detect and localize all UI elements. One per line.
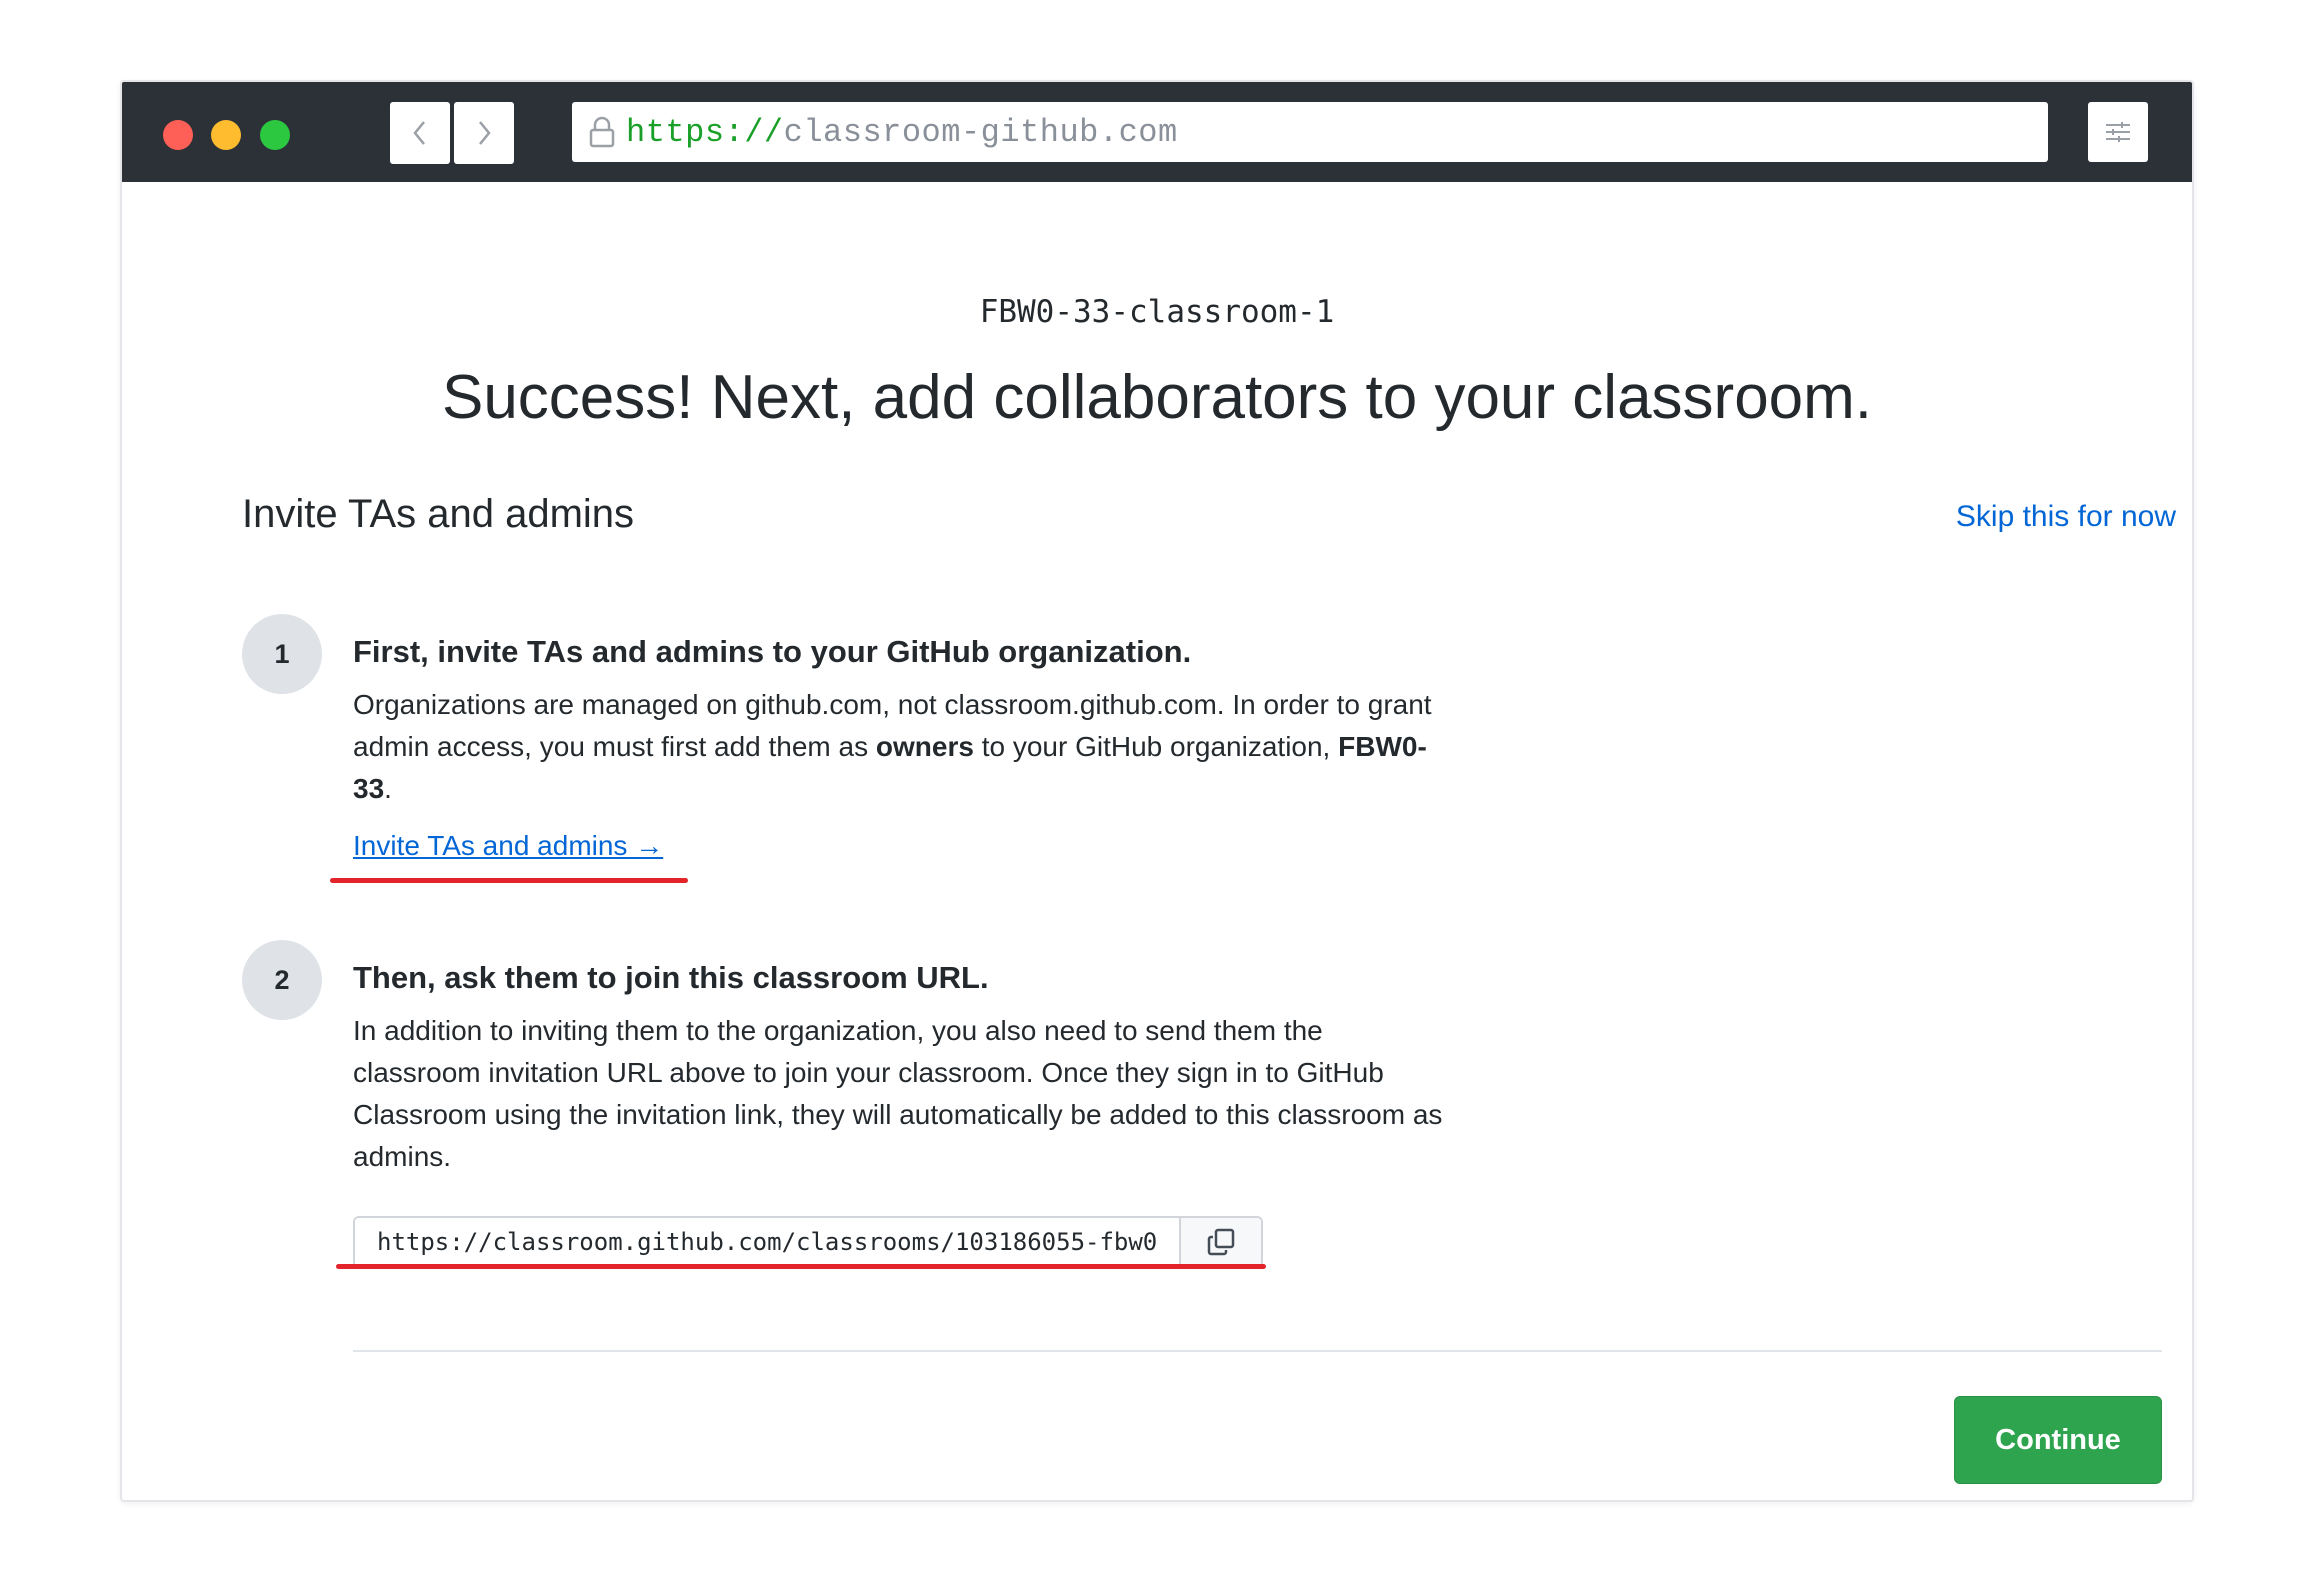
step-1-text-c: . [384, 773, 392, 804]
step-1-text-b: to your GitHub organization, [973, 731, 1339, 762]
divider [353, 1350, 2162, 1352]
back-button[interactable] [390, 102, 450, 164]
step-1-description: Organizations are managed on github.com,… [353, 684, 1453, 810]
url-host: classroom-github.com [783, 113, 1178, 151]
chevron-left-icon [413, 121, 425, 145]
organization-name: FBW0-33-classroom-1 [979, 294, 1335, 330]
chevron-right-icon [479, 121, 491, 145]
invite-tas-link[interactable]: Invite TAs and admins → [353, 830, 663, 862]
invite-url-group [353, 1216, 1263, 1268]
step-2-description: In addition to inviting them to the orga… [353, 1015, 1443, 1172]
browser-window: https://classroom-github.com FBW0-33-cla… [120, 80, 2194, 1502]
page-title: Success! Next, add collaborators to your… [441, 363, 1873, 432]
lock-icon [589, 116, 615, 148]
browser-titlebar: https://classroom-github.com [122, 82, 2192, 182]
page-content: FBW0-33-classroom-1 Success! Next, add c… [122, 182, 2192, 1500]
minimize-window-button[interactable] [211, 120, 241, 150]
step-2-heading: Then, ask them to join this classroom UR… [353, 960, 989, 995]
address-text: https://classroom-github.com [626, 114, 1178, 151]
settings-button[interactable] [2088, 102, 2148, 162]
forward-button[interactable] [454, 102, 514, 164]
continue-button[interactable]: Continue [1954, 1396, 2162, 1484]
url-scheme: https:// [626, 113, 784, 151]
maximize-window-button[interactable] [260, 120, 290, 150]
annotation-underline [330, 878, 688, 883]
annotation-underline [336, 1264, 1266, 1269]
owners-emphasis: owners [875, 731, 974, 762]
section-title: Invite TAs and admins [242, 492, 635, 536]
step-number-1: 1 [242, 614, 322, 694]
close-window-button[interactable] [163, 120, 193, 150]
step-1-heading: First, invite TAs and admins to your Git… [353, 634, 1192, 669]
skip-link[interactable]: Skip this for now [1956, 500, 2176, 534]
step-number-2: 2 [242, 940, 322, 1020]
copy-url-button[interactable] [1179, 1218, 1261, 1266]
address-bar[interactable]: https://classroom-github.com [572, 102, 2048, 162]
sliders-icon [2106, 122, 2130, 142]
invite-url-field[interactable] [355, 1218, 1179, 1266]
copy-icon [1207, 1228, 1235, 1256]
